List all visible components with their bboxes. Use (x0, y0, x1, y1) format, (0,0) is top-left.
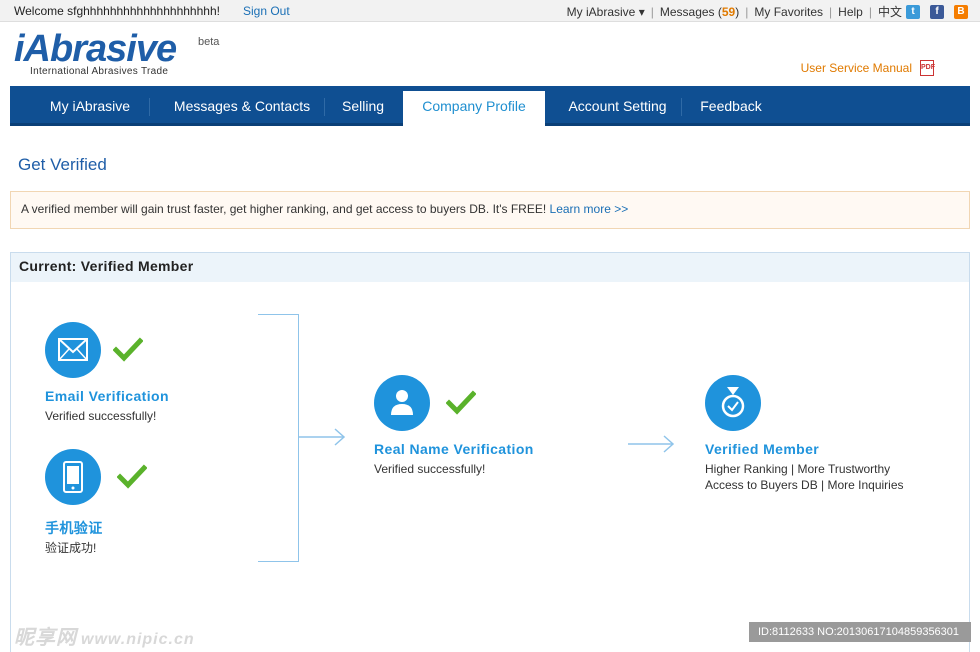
mobile-verification-title: 手机验证 (45, 520, 103, 536)
mobile-verification-status: 验证成功! (45, 541, 97, 555)
check-icon (446, 390, 476, 415)
facebook-icon[interactable]: f (930, 4, 944, 19)
medal-icon (705, 375, 761, 431)
notice-text: A verified member will gain trust faster… (21, 202, 550, 216)
check-icon (117, 464, 147, 489)
tab-selling[interactable]: Selling (332, 86, 394, 126)
language-link[interactable]: 中文 (878, 3, 902, 20)
tab-my-iabrasive[interactable]: My iAbrasive (40, 86, 140, 126)
twitter-icon[interactable]: t (906, 4, 920, 19)
top-bar: Welcome sfghhhhhhhhhhhhhhhhhhhh! Sign Ou… (0, 0, 980, 22)
watermark: 昵享网 www.nipic.cn (14, 627, 195, 649)
arrow-right-icon (628, 435, 675, 453)
tab-feedback[interactable]: Feedback (690, 86, 772, 126)
sign-out-link[interactable]: Sign Out (243, 4, 290, 18)
tab-messages-contacts[interactable]: Messages & Contacts (162, 86, 322, 126)
messages-count: 59 (721, 4, 736, 19)
real-name-verification-status: Verified successfully! (374, 462, 486, 476)
panel-title: Current: Verified Member (11, 253, 969, 282)
user-icon (374, 375, 430, 431)
email-verification-title: Email Verification (45, 388, 169, 404)
learn-more-link[interactable]: Learn more >> (550, 202, 629, 216)
tab-account-setting[interactable]: Account Setting (555, 86, 680, 126)
my-iabrasive-dropdown[interactable]: My iAbrasive ▾ (567, 5, 645, 19)
bracket-connector (258, 314, 299, 562)
verified-member-benefits-1: Higher Ranking | More Trustworthy (705, 462, 891, 476)
help-link[interactable]: Help (838, 5, 863, 19)
email-verification-status: Verified successfully! (45, 409, 157, 423)
real-name-verification-title: Real Name Verification (374, 441, 534, 457)
welcome-text: Welcome sfghhhhhhhhhhhhhhhhhhhh! (14, 4, 220, 18)
site-logo[interactable]: iAbrasive beta International Abrasives T… (14, 28, 219, 77)
beta-label: beta (198, 36, 220, 48)
verified-member-benefits-2: Access to Buyers DB | More Inquiries (705, 478, 904, 492)
messages-link[interactable]: Messages (59) (660, 5, 739, 19)
logo-brand: iAbrasive (14, 28, 177, 70)
my-favorites-link[interactable]: My Favorites (754, 5, 823, 19)
envelope-icon (45, 322, 101, 378)
check-icon (113, 337, 143, 362)
image-id-bar: ID:8112633 NO:20130617104859356301 (749, 622, 971, 642)
page-title: Get Verified (18, 155, 107, 174)
tab-company-profile[interactable]: Company Profile (403, 91, 545, 129)
pdf-icon[interactable]: PDF (920, 60, 935, 76)
top-links: My iAbrasive ▾ | Messages (59) | My Favo… (567, 3, 968, 20)
main-nav: My iAbrasive Messages & Contacts Selling… (10, 86, 970, 129)
verified-member-title: Verified Member (705, 441, 820, 457)
arrow-right-icon (299, 428, 346, 446)
blogger-icon[interactable]: B (954, 4, 968, 19)
user-service-manual-link[interactable]: User Service Manual (801, 61, 912, 75)
logo-tagline: International Abrasives Trade (30, 66, 169, 77)
mobile-phone-icon (45, 449, 101, 505)
info-notice: A verified member will gain trust faster… (10, 191, 970, 229)
